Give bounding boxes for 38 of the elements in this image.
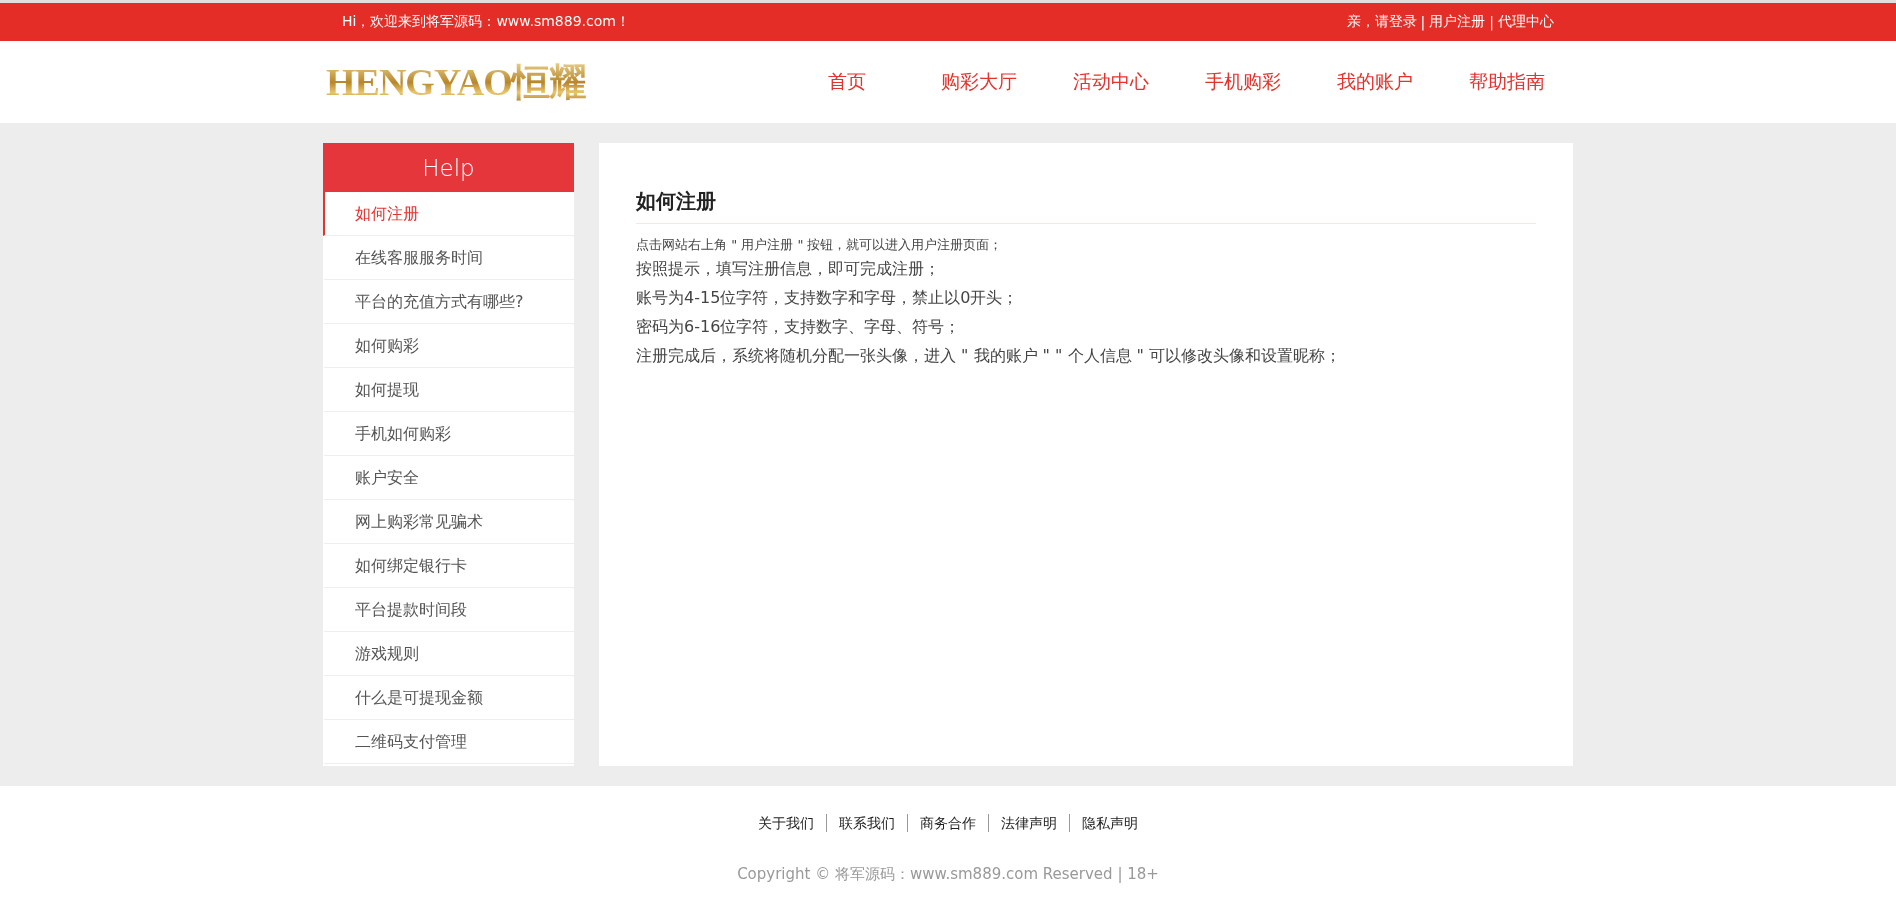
nav-link[interactable]: 我的账户 bbox=[1309, 69, 1441, 95]
footer-link[interactable]: 隐私声明 bbox=[1069, 814, 1150, 832]
sidebar-item[interactable]: 如何绑定银行卡 bbox=[323, 544, 574, 588]
article-text: 注册完成后，系统将随机分配一张头像，进入 " 我的账户 " " 个人信息 " 可以修改头像和设置昵称； bbox=[636, 345, 1343, 367]
copyright-text: Copyright © 将军源码：www.sm889.com Reserved | 18+ bbox=[737, 865, 1159, 883]
top-link[interactable]: 用户注册 bbox=[1429, 13, 1486, 31]
sidebar-item[interactable]: 如何购彩 bbox=[323, 324, 574, 368]
sidebar-item[interactable]: 平台提款时间段 bbox=[323, 588, 574, 632]
separator-text: | bbox=[1420, 14, 1426, 30]
footer-link[interactable]: 关于我们 bbox=[746, 814, 826, 832]
intro-text: 点击网站右上角 " 用户注册 " 按钮，就可以进入用户注册页面； bbox=[636, 236, 1004, 254]
nav-link[interactable]: 手机购彩 bbox=[1177, 69, 1309, 95]
sidebar-item[interactable]: 网上购彩常见骗术 bbox=[323, 500, 574, 544]
separator-text: | bbox=[1489, 14, 1494, 30]
sidebar-item[interactable]: 手机如何购彩 bbox=[323, 412, 574, 456]
footer-link[interactable]: 法律声明 bbox=[988, 814, 1069, 832]
greeting-text: Hi，欢迎来到将军源码：www.sm889.com！ bbox=[342, 13, 630, 31]
nav-link[interactable]: 帮助指南 bbox=[1441, 69, 1573, 95]
nav-link[interactable]: 首页 bbox=[781, 69, 913, 95]
nav-link[interactable]: 活动中心 bbox=[1045, 69, 1177, 95]
article-title: 如何注册 bbox=[636, 188, 1536, 224]
top-link[interactable]: 代理中心 bbox=[1498, 13, 1554, 31]
nav-link[interactable]: 购彩大厅 bbox=[913, 69, 1045, 95]
sidebar-item[interactable]: 账户安全 bbox=[323, 456, 574, 500]
sidebar-item[interactable]: 如何注册 bbox=[323, 192, 574, 236]
sidebar-item[interactable]: 在线客服服务时间 bbox=[323, 236, 574, 280]
sidebar-item[interactable]: 如何提现 bbox=[323, 368, 574, 412]
sidebar-item[interactable]: 游戏规则 bbox=[323, 632, 574, 676]
sidebar-item[interactable]: 二维码支付管理 bbox=[323, 720, 574, 764]
article-text: 密码为6-16位字符，支持数字、字母、符号； bbox=[636, 316, 962, 338]
sidebar-item[interactable]: 平台的充值方式有哪些? bbox=[323, 280, 574, 324]
sidebar-item[interactable]: 什么是可提现金额 bbox=[323, 676, 574, 720]
sidebar-title: Help bbox=[323, 143, 574, 192]
article-text: 账号为4-15位字符，支持数字和字母，禁止以0开头； bbox=[636, 287, 1020, 309]
footer-link[interactable]: 商务合作 bbox=[907, 814, 988, 832]
top-link[interactable]: 亲，请登录 bbox=[1346, 13, 1417, 31]
footer-link[interactable]: 联系我们 bbox=[826, 814, 907, 832]
article-text: 按照提示，填写注册信息，即可完成注册； bbox=[636, 258, 941, 280]
